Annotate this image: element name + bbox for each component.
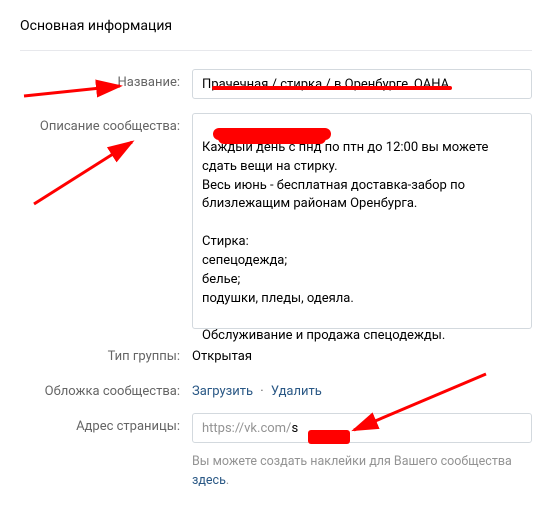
cover-label: Обложка сообщества: (20, 378, 192, 399)
hint-link[interactable]: здесь (192, 473, 226, 488)
description-label: Описание сообщества: (20, 113, 192, 134)
panel-title: Основная информация (0, 0, 552, 50)
hint-text: Вы можете создать наклейки для Вашего со… (192, 454, 512, 469)
row-address: Адрес страницы: https://vk.com/ (20, 413, 532, 443)
address-prefix: https://vk.com/ (193, 415, 291, 442)
cover-separator: · (256, 384, 267, 399)
form: Название: Описание сообщества: Каждый де… (0, 51, 552, 501)
row-hint: Вы можете создать наклейки для Вашего со… (20, 447, 532, 491)
hint-period: . (226, 473, 229, 488)
address-hint: Вы можете создать наклейки для Вашего со… (192, 447, 532, 491)
description-textarea[interactable]: Каждый день с пнд по птн до 12:00 вы мож… (192, 113, 532, 329)
row-description: Описание сообщества: Каждый день с пнд п… (20, 113, 532, 329)
row-group-type: Тип группы: Открытая (20, 343, 532, 364)
description-text: Каждый день с пнд по птн до 12:00 вы мож… (202, 140, 492, 343)
name-input[interactable] (192, 69, 532, 99)
redaction-description-2 (218, 132, 326, 144)
address-label: Адрес страницы: (20, 413, 192, 434)
address-field: https://vk.com/ (192, 413, 532, 443)
row-cover: Обложка сообщества: Загрузить · Удалить (20, 378, 532, 399)
row-name: Название: (20, 69, 532, 99)
name-label: Название: (20, 69, 192, 90)
group-type-label: Тип группы: (20, 343, 192, 364)
cover-delete-link[interactable]: Удалить (271, 384, 322, 399)
redaction-name (212, 86, 452, 90)
group-type-value[interactable]: Открытая (192, 343, 532, 364)
cover-upload-link[interactable]: Загрузить (192, 384, 253, 399)
redaction-address (308, 430, 350, 444)
basic-info-panel: Основная информация Название: Описание с… (0, 0, 552, 501)
